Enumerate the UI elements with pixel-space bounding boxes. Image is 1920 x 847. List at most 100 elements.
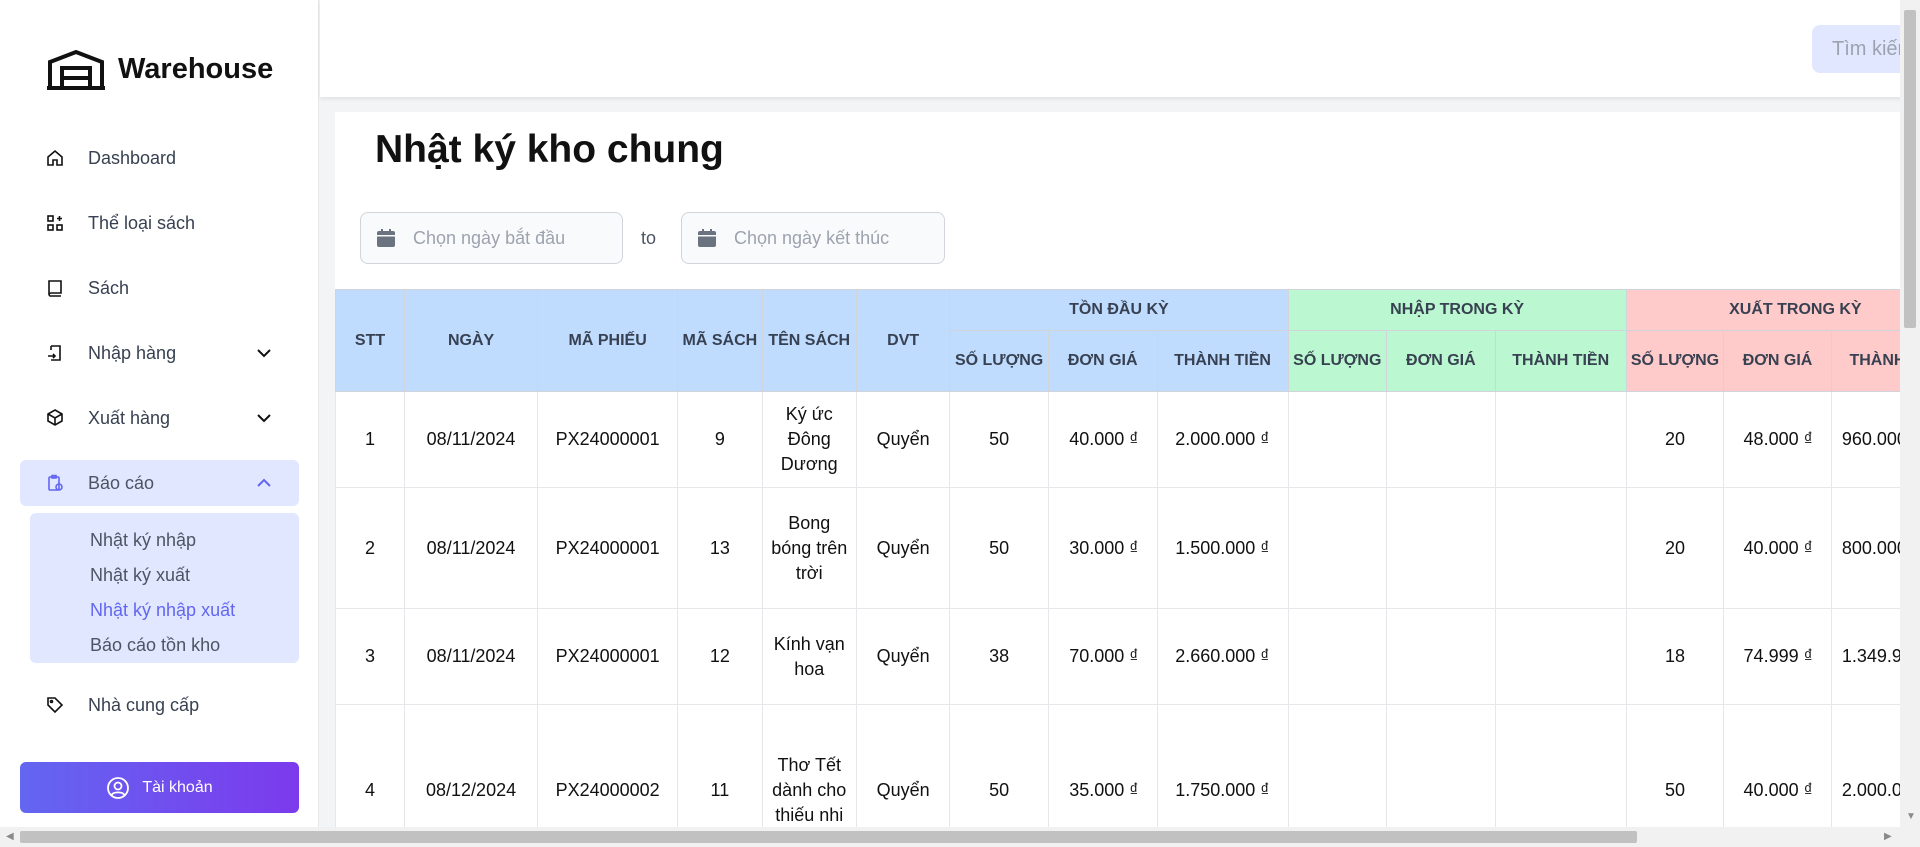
cell-stt: 1 — [335, 391, 406, 488]
cell-import-amount — [1494, 391, 1627, 488]
account-button[interactable]: Tài khoản — [20, 762, 299, 813]
cell-import-price — [1386, 704, 1496, 827]
horizontal-scrollbar[interactable]: ◀ ▶ — [0, 827, 1920, 847]
col-header-amount: THÀNH TIỀN — [1156, 330, 1289, 392]
sidebar-item-reports[interactable]: Báo cáo — [20, 460, 299, 506]
cell-export-amount: 1.349.982 ₫ — [1830, 608, 1902, 705]
cell-voucher: PX24000002 — [537, 704, 679, 827]
sidebar-item-label: Dashboard — [88, 147, 177, 168]
col-header-quantity: SỐ LƯỢNG — [1625, 330, 1725, 392]
cell-opening-amount: 2.000.000 ₫ — [1156, 391, 1289, 488]
cell-book-code: 12 — [677, 608, 763, 705]
cell-voucher: PX24000001 — [537, 608, 679, 705]
sidebar-item-label: Sách — [88, 277, 130, 298]
end-date-input[interactable]: Chọn ngày kết thúc — [681, 212, 945, 264]
submenu-item-export-log[interactable]: Nhật ký xuất — [30, 558, 299, 593]
sidebar-item-import[interactable]: Nhập hàng — [20, 330, 299, 376]
cell-date: 08/11/2024 — [404, 608, 539, 705]
cell-unit: Quyển — [855, 487, 951, 609]
cell-import-qty — [1287, 487, 1388, 609]
cell-import-price — [1386, 608, 1496, 705]
cell-book-code: 11 — [677, 704, 763, 827]
calendar-icon — [698, 229, 716, 247]
col-header-date: NGÀY — [404, 289, 539, 392]
horizontal-scroll-thumb[interactable] — [20, 831, 1637, 843]
end-date-placeholder: Chọn ngày kết thúc — [734, 227, 890, 248]
cell-book-name: Kính vạn hoa — [761, 608, 857, 705]
tag-icon — [46, 696, 64, 714]
cell-opening-price: 40.000 ₫ — [1047, 391, 1158, 488]
chevron-down-icon[interactable] — [255, 409, 273, 427]
cell-export-price: 48.000 ₫ — [1723, 391, 1832, 488]
main-content: Nhật ký kho chung Chọn ngày bắt đầu to C… — [335, 112, 1902, 827]
cell-export-price: 74.999 ₫ — [1723, 608, 1832, 705]
sidebar-item-dashboard[interactable]: Dashboard — [20, 135, 299, 181]
start-date-input[interactable]: Chọn ngày bắt đầu — [360, 212, 623, 264]
book-name-text: Thơ Tết dành cho thiếu nhi — [772, 754, 847, 825]
cell-export-price: 40.000 ₫ — [1723, 704, 1832, 827]
table-row: 1 08/11/2024 PX24000001 9 Ký ức Đông Dươ… — [335, 391, 1902, 488]
cell-import-amount — [1494, 487, 1627, 609]
scroll-down-arrow-icon[interactable]: ▼ — [1906, 812, 1916, 822]
warehouse-icon — [47, 49, 105, 90]
table-row: 4 08/12/2024 PX24000002 11 Thơ Tết dành … — [335, 704, 1902, 827]
sidebar-item-label: Xuất hàng — [88, 407, 171, 428]
col-header-book-name: TÊN SÁCH — [761, 289, 857, 392]
cell-stt: 4 — [335, 704, 406, 827]
vertical-scroll-thumb[interactable] — [1904, 10, 1916, 328]
cell-stt: 3 — [335, 608, 406, 705]
cell-book-code: 13 — [677, 487, 763, 609]
cell-import-qty — [1287, 704, 1388, 827]
cell-export-qty: 20 — [1625, 391, 1725, 488]
submenu-item-inventory-report[interactable]: Báo cáo tồn kho — [30, 628, 299, 663]
table-row: 2 08/11/2024 PX24000001 13 Bong bóng trê… — [335, 487, 1902, 609]
chevron-down-icon[interactable] — [255, 344, 273, 362]
cell-export-amount: 960.000 ₫ — [1830, 391, 1902, 488]
cell-import-price — [1386, 487, 1496, 609]
cell-export-qty: 20 — [1625, 487, 1725, 609]
cell-voucher: PX24000001 — [537, 391, 679, 488]
account-label: Tài khoản — [142, 778, 213, 796]
cell-date: 08/12/2024 — [404, 704, 539, 827]
col-header-book-code: MÃ SÁCH — [677, 289, 763, 392]
cell-unit: Quyển — [855, 391, 951, 488]
sidebar-item-label: Nhập hàng — [88, 342, 177, 363]
sidebar-item-books[interactable]: Sách — [20, 265, 299, 311]
submenu-item-import-log[interactable]: Nhật ký nhập — [30, 523, 299, 558]
cell-import-amount — [1494, 608, 1627, 705]
inventory-log-table: STT NGÀY MÃ PHIẾU MÃ SÁCH TÊN SÁCH DVT T… — [335, 289, 1902, 827]
logo-text: Warehouse — [118, 52, 274, 85]
cell-opening-price: 30.000 ₫ — [1047, 487, 1158, 609]
sidebar-item-label: Báo cáo — [88, 472, 155, 493]
home-icon — [46, 149, 64, 167]
sidebar-item-categories[interactable]: Thể loại sách — [20, 200, 299, 246]
cell-import-amount — [1494, 704, 1627, 827]
sidebar-item-label: Nhà cung cấp — [88, 694, 200, 715]
cell-export-amount: 2.000.000 ₫ — [1830, 704, 1902, 827]
sidebar-item-suppliers[interactable]: Nhà cung cấp — [20, 682, 299, 728]
col-header-amount: THÀNH TIỀN — [1830, 330, 1902, 392]
cell-opening-amount: 1.750.000 ₫ — [1156, 704, 1289, 827]
cell-voucher: PX24000001 — [537, 487, 679, 609]
cell-opening-price: 70.000 ₫ — [1047, 608, 1158, 705]
import-icon — [46, 344, 64, 362]
cell-export-amount: 800.000 ₫ — [1830, 487, 1902, 609]
group-header-opening: TỒN ĐẦU KỲ — [949, 289, 1289, 331]
vertical-scrollbar[interactable]: ▼ — [1900, 0, 1920, 827]
start-date-placeholder: Chọn ngày bắt đầu — [413, 227, 566, 248]
cell-book-name: Bong bóng trên trời — [761, 487, 857, 609]
cell-book-name: Ký ức Đông Dương — [761, 391, 857, 488]
submenu-item-import-export-log[interactable]: Nhật ký nhập xuất — [30, 593, 299, 628]
cell-book-name: Thơ Tết dành cho thiếu nhi — [761, 704, 857, 827]
chevron-up-icon[interactable] — [255, 474, 273, 492]
scroll-left-arrow-icon[interactable]: ◀ — [6, 832, 14, 842]
table-row: 3 08/11/2024 PX24000001 12 Kính vạn hoa … — [335, 608, 1902, 705]
logo[interactable]: Warehouse — [46, 48, 273, 90]
scroll-right-arrow-icon[interactable]: ▶ — [1884, 832, 1892, 842]
cell-stt: 2 — [335, 487, 406, 609]
date-range-separator: to — [641, 228, 657, 248]
col-header-unit-price: ĐƠN GIÁ — [1386, 330, 1496, 392]
col-header-unit-price: ĐƠN GIÁ — [1047, 330, 1158, 392]
cell-export-qty: 50 — [1625, 704, 1725, 827]
sidebar-item-export[interactable]: Xuất hàng — [20, 395, 299, 441]
